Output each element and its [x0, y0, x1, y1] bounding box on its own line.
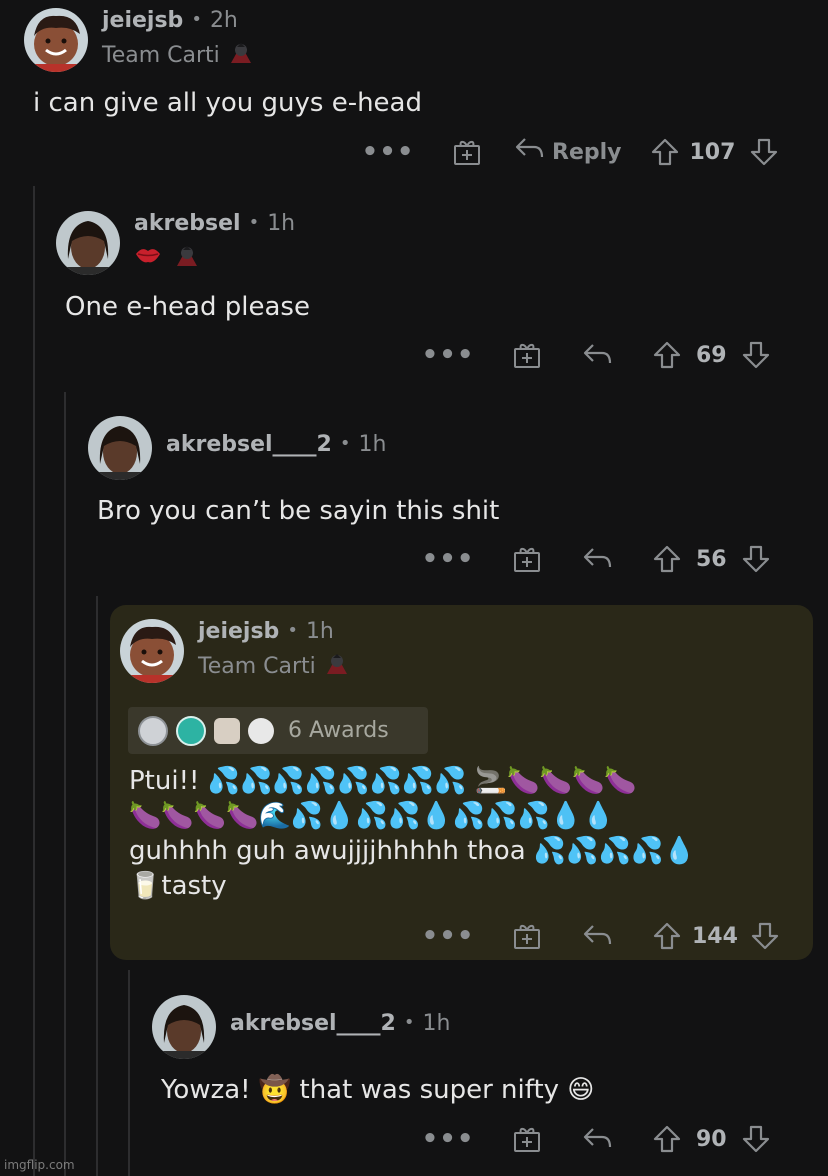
- comment-body-line: Ptui!! 💦💦💦💦💦💦💦💦 🚬🍆🍆🍆🍆: [129, 766, 637, 796]
- comment-body: One e-head please: [65, 292, 310, 322]
- username[interactable]: jeiejsb: [102, 8, 183, 33]
- comment-actions: ••• Reply 107: [362, 132, 779, 172]
- upvote-icon[interactable]: [652, 544, 682, 574]
- more-options-button[interactable]: •••: [422, 921, 474, 951]
- separator: •: [287, 620, 298, 642]
- comment-actions: ••• 90: [422, 1119, 771, 1159]
- gift-icon[interactable]: [512, 544, 542, 574]
- username[interactable]: jeiejsb: [198, 619, 279, 644]
- thread-line: [96, 596, 98, 1176]
- comment-header: akrebsel____2 • 1h: [88, 416, 386, 480]
- comment-actions: ••• 69: [422, 335, 771, 375]
- user-flair: Team Carti: [198, 650, 350, 682]
- comment-body: Ptui!! 💦💦💦💦💦💦💦💦 🚬🍆🍆🍆🍆 🍆🍆🍆🍆🌊💦💧💦💦💧💦💦💦💧💧 gu…: [129, 764, 696, 904]
- awards-count: 6 Awards: [288, 718, 389, 743]
- reply-icon: [514, 136, 544, 168]
- comment-body: i can give all you guys e-head: [33, 88, 422, 118]
- downvote-icon[interactable]: [750, 921, 780, 951]
- flair-text: Team Carti: [198, 653, 316, 679]
- watermark: imgflip.com: [4, 1158, 75, 1172]
- gift-icon[interactable]: [512, 340, 542, 370]
- vampire-icon: [228, 39, 254, 71]
- comment-header: jeiejsb • 2h Team Carti: [24, 8, 254, 72]
- gift-icon[interactable]: [512, 1124, 542, 1154]
- reply-icon[interactable]: [582, 923, 612, 949]
- avatar[interactable]: [24, 8, 88, 72]
- comment-body-line: 🥛tasty: [129, 871, 227, 901]
- comment-actions: ••• 144: [422, 916, 780, 956]
- username[interactable]: akrebsel: [134, 211, 241, 236]
- gift-icon[interactable]: [512, 921, 542, 951]
- avatar[interactable]: [120, 619, 184, 683]
- more-options-button[interactable]: •••: [362, 137, 414, 167]
- username[interactable]: akrebsel____2: [166, 432, 332, 457]
- awards-bar[interactable]: 6 Awards: [128, 707, 428, 754]
- separator: •: [191, 9, 202, 31]
- helpful-award-icon: [176, 715, 206, 746]
- thread-line: [33, 186, 35, 1176]
- comment-body: Bro you can’t be sayin this shit: [97, 496, 500, 526]
- vote-score: 56: [696, 546, 727, 572]
- reply-icon[interactable]: [582, 342, 612, 368]
- timestamp: 1h: [267, 211, 296, 236]
- vampire-icon: [324, 650, 350, 682]
- avatar[interactable]: [88, 416, 152, 480]
- upvote-icon[interactable]: [650, 137, 680, 167]
- blob-award-icon: [248, 717, 274, 744]
- timestamp: 1h: [358, 432, 387, 457]
- handshake-award-icon: [214, 717, 240, 744]
- timestamp: 1h: [422, 1011, 451, 1036]
- downvote-icon[interactable]: [741, 340, 771, 370]
- reply-label: Reply: [552, 139, 622, 165]
- separator: •: [403, 1012, 415, 1034]
- comment-header: akrebsel • 1h: [56, 211, 295, 275]
- vote-score: 144: [692, 923, 738, 949]
- reply-button[interactable]: Reply: [514, 136, 622, 168]
- timestamp: 1h: [305, 619, 334, 644]
- separator: •: [248, 212, 260, 234]
- comment-body: Yowza! 🤠 that was super nifty 😄: [161, 1075, 595, 1105]
- reply-icon[interactable]: [582, 546, 612, 572]
- thread-line: [128, 970, 130, 1176]
- more-options-button[interactable]: •••: [422, 544, 474, 574]
- user-flair: Team Carti: [102, 39, 254, 71]
- avatar[interactable]: [56, 211, 120, 275]
- comment-header: jeiejsb • 1h Team Carti: [120, 619, 350, 683]
- upvote-icon[interactable]: [652, 1124, 682, 1154]
- silver-award-icon: [138, 715, 168, 746]
- downvote-icon[interactable]: [741, 1124, 771, 1154]
- reply-icon[interactable]: [582, 1126, 612, 1152]
- flair-text: Team Carti: [102, 42, 220, 68]
- avatar[interactable]: [152, 995, 216, 1059]
- thread-line: [64, 392, 66, 1176]
- username[interactable]: akrebsel____2: [230, 1011, 396, 1036]
- separator: •: [339, 433, 351, 455]
- vote-score: 90: [696, 1126, 727, 1152]
- comment-actions: ••• 56: [422, 539, 771, 579]
- more-options-button[interactable]: •••: [422, 1124, 474, 1154]
- lips-icon: [134, 244, 162, 270]
- vampire-icon: [174, 242, 200, 272]
- downvote-icon[interactable]: [741, 544, 771, 574]
- vote-score: 69: [696, 342, 727, 368]
- user-flair: [134, 242, 295, 272]
- timestamp: 2h: [209, 8, 238, 33]
- gift-icon[interactable]: [452, 137, 482, 167]
- downvote-icon[interactable]: [749, 137, 779, 167]
- more-options-button[interactable]: •••: [422, 340, 474, 370]
- upvote-icon[interactable]: [652, 340, 682, 370]
- comment-body-line: 🍆🍆🍆🍆🌊💦💧💦💦💧💦💦💦💧💧: [129, 801, 615, 831]
- comment-body-line: guhhhh guh awujjjjhhhhh thoa 💦💦💦💦💧: [129, 836, 696, 866]
- upvote-icon[interactable]: [652, 921, 682, 951]
- comment-header: akrebsel____2 • 1h: [152, 995, 450, 1059]
- vote-score: 107: [689, 139, 736, 165]
